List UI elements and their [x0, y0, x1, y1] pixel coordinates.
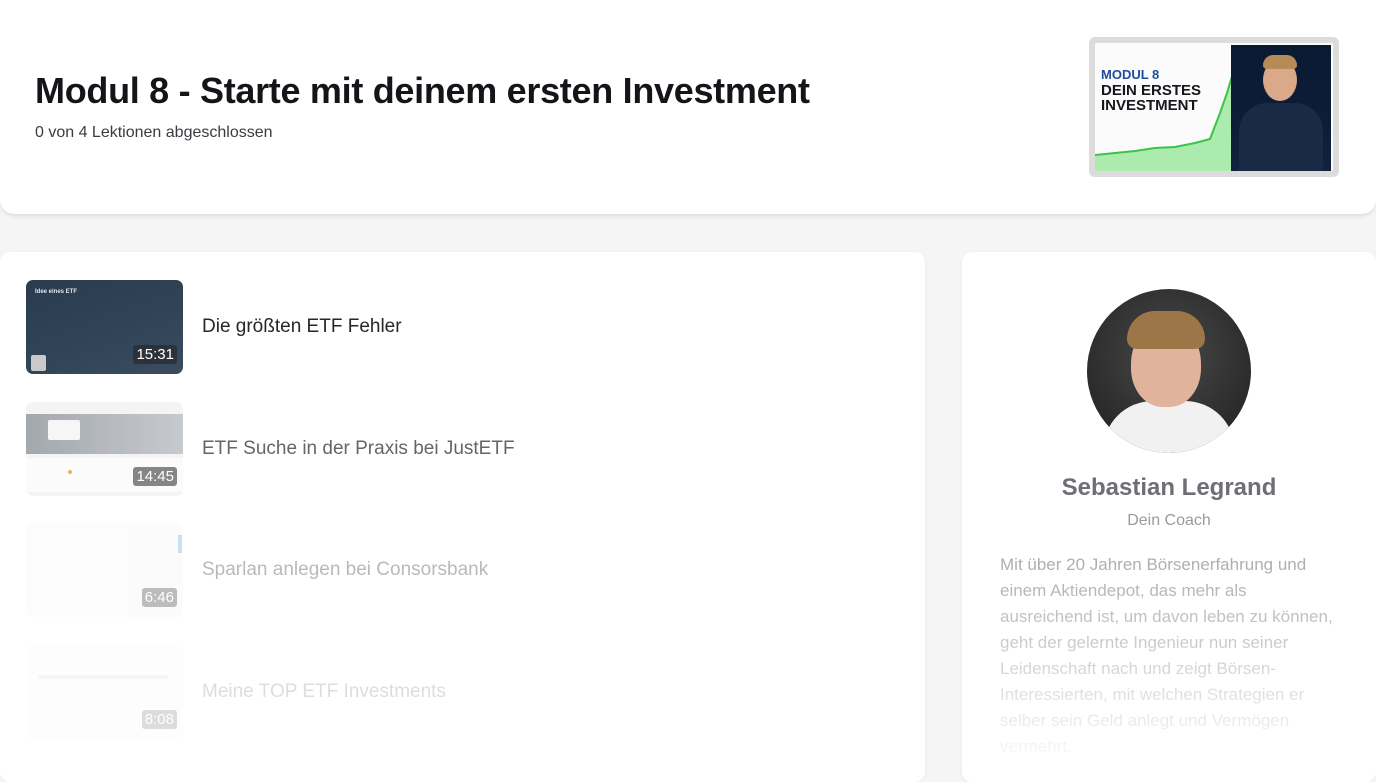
coach-bio: Mit über 20 Jahren Börsenerfahrung und e…: [1000, 555, 1333, 756]
presenter-avatar: [31, 355, 46, 371]
module-thumbnail: MODUL 8 DEIN ERSTES INVESTMENT: [1089, 37, 1339, 177]
coach-name: Sebastian Legrand: [1061, 474, 1277, 501]
lesson-item-justetf[interactable]: 14:45 ETF Suche in der Praxis bei JustET…: [26, 402, 906, 496]
coach-role: Dein Coach: [1127, 512, 1211, 529]
thumbnail-headline: DEIN ERSTES INVESTMENT: [1101, 82, 1202, 114]
lesson-item-consorsbank[interactable]: 6:46 Sparlan anlegen bei Consorsbank: [26, 523, 906, 617]
lesson-thumbnail[interactable]: Idee eines ETF 15:31: [26, 280, 183, 374]
duration-badge: 8:08: [141, 710, 177, 729]
duration-badge: 15:31: [133, 345, 177, 364]
lesson-thumbnail[interactable]: 6:46: [26, 523, 183, 617]
lesson-title[interactable]: ETF Suche in der Praxis bei JustETF: [202, 438, 515, 460]
lesson-title[interactable]: Die größten ETF Fehler: [202, 316, 402, 338]
lesson-thumbnail[interactable]: 8:08: [26, 645, 183, 739]
lesson-title[interactable]: Sparlan anlegen bei Consorsbank: [202, 559, 488, 581]
lesson-progress-text: 0 von 4 Lektionen abgeschlossen: [35, 124, 273, 141]
coach-card: Sebastian Legrand Dein Coach Mit über 20…: [962, 252, 1376, 782]
lesson-item-etf-fehler[interactable]: Idee eines ETF 15:31 Die größten ETF Feh…: [26, 280, 906, 374]
duration-badge: 6:46: [141, 588, 177, 607]
lesson-title[interactable]: Meine TOP ETF Investments: [202, 681, 446, 703]
lesson-thumbnail[interactable]: 14:45: [26, 402, 183, 496]
lesson-item-top-etf[interactable]: 8:08 Meine TOP ETF Investments: [26, 645, 906, 739]
thumbnail-module-tag: MODUL 8: [1101, 67, 1160, 82]
coach-photo: [1231, 45, 1331, 171]
page-title: Modul 8 - Starte mit deinem ersten Inves…: [35, 70, 810, 111]
duration-badge: 14:45: [133, 467, 177, 486]
module-header: Modul 8 - Starte mit deinem ersten Inves…: [0, 0, 1376, 214]
thumbnail-caption: Idee eines ETF: [35, 289, 78, 295]
lesson-list: Idee eines ETF 15:31 Die größten ETF Feh…: [0, 252, 925, 782]
avatar: [1087, 289, 1251, 453]
